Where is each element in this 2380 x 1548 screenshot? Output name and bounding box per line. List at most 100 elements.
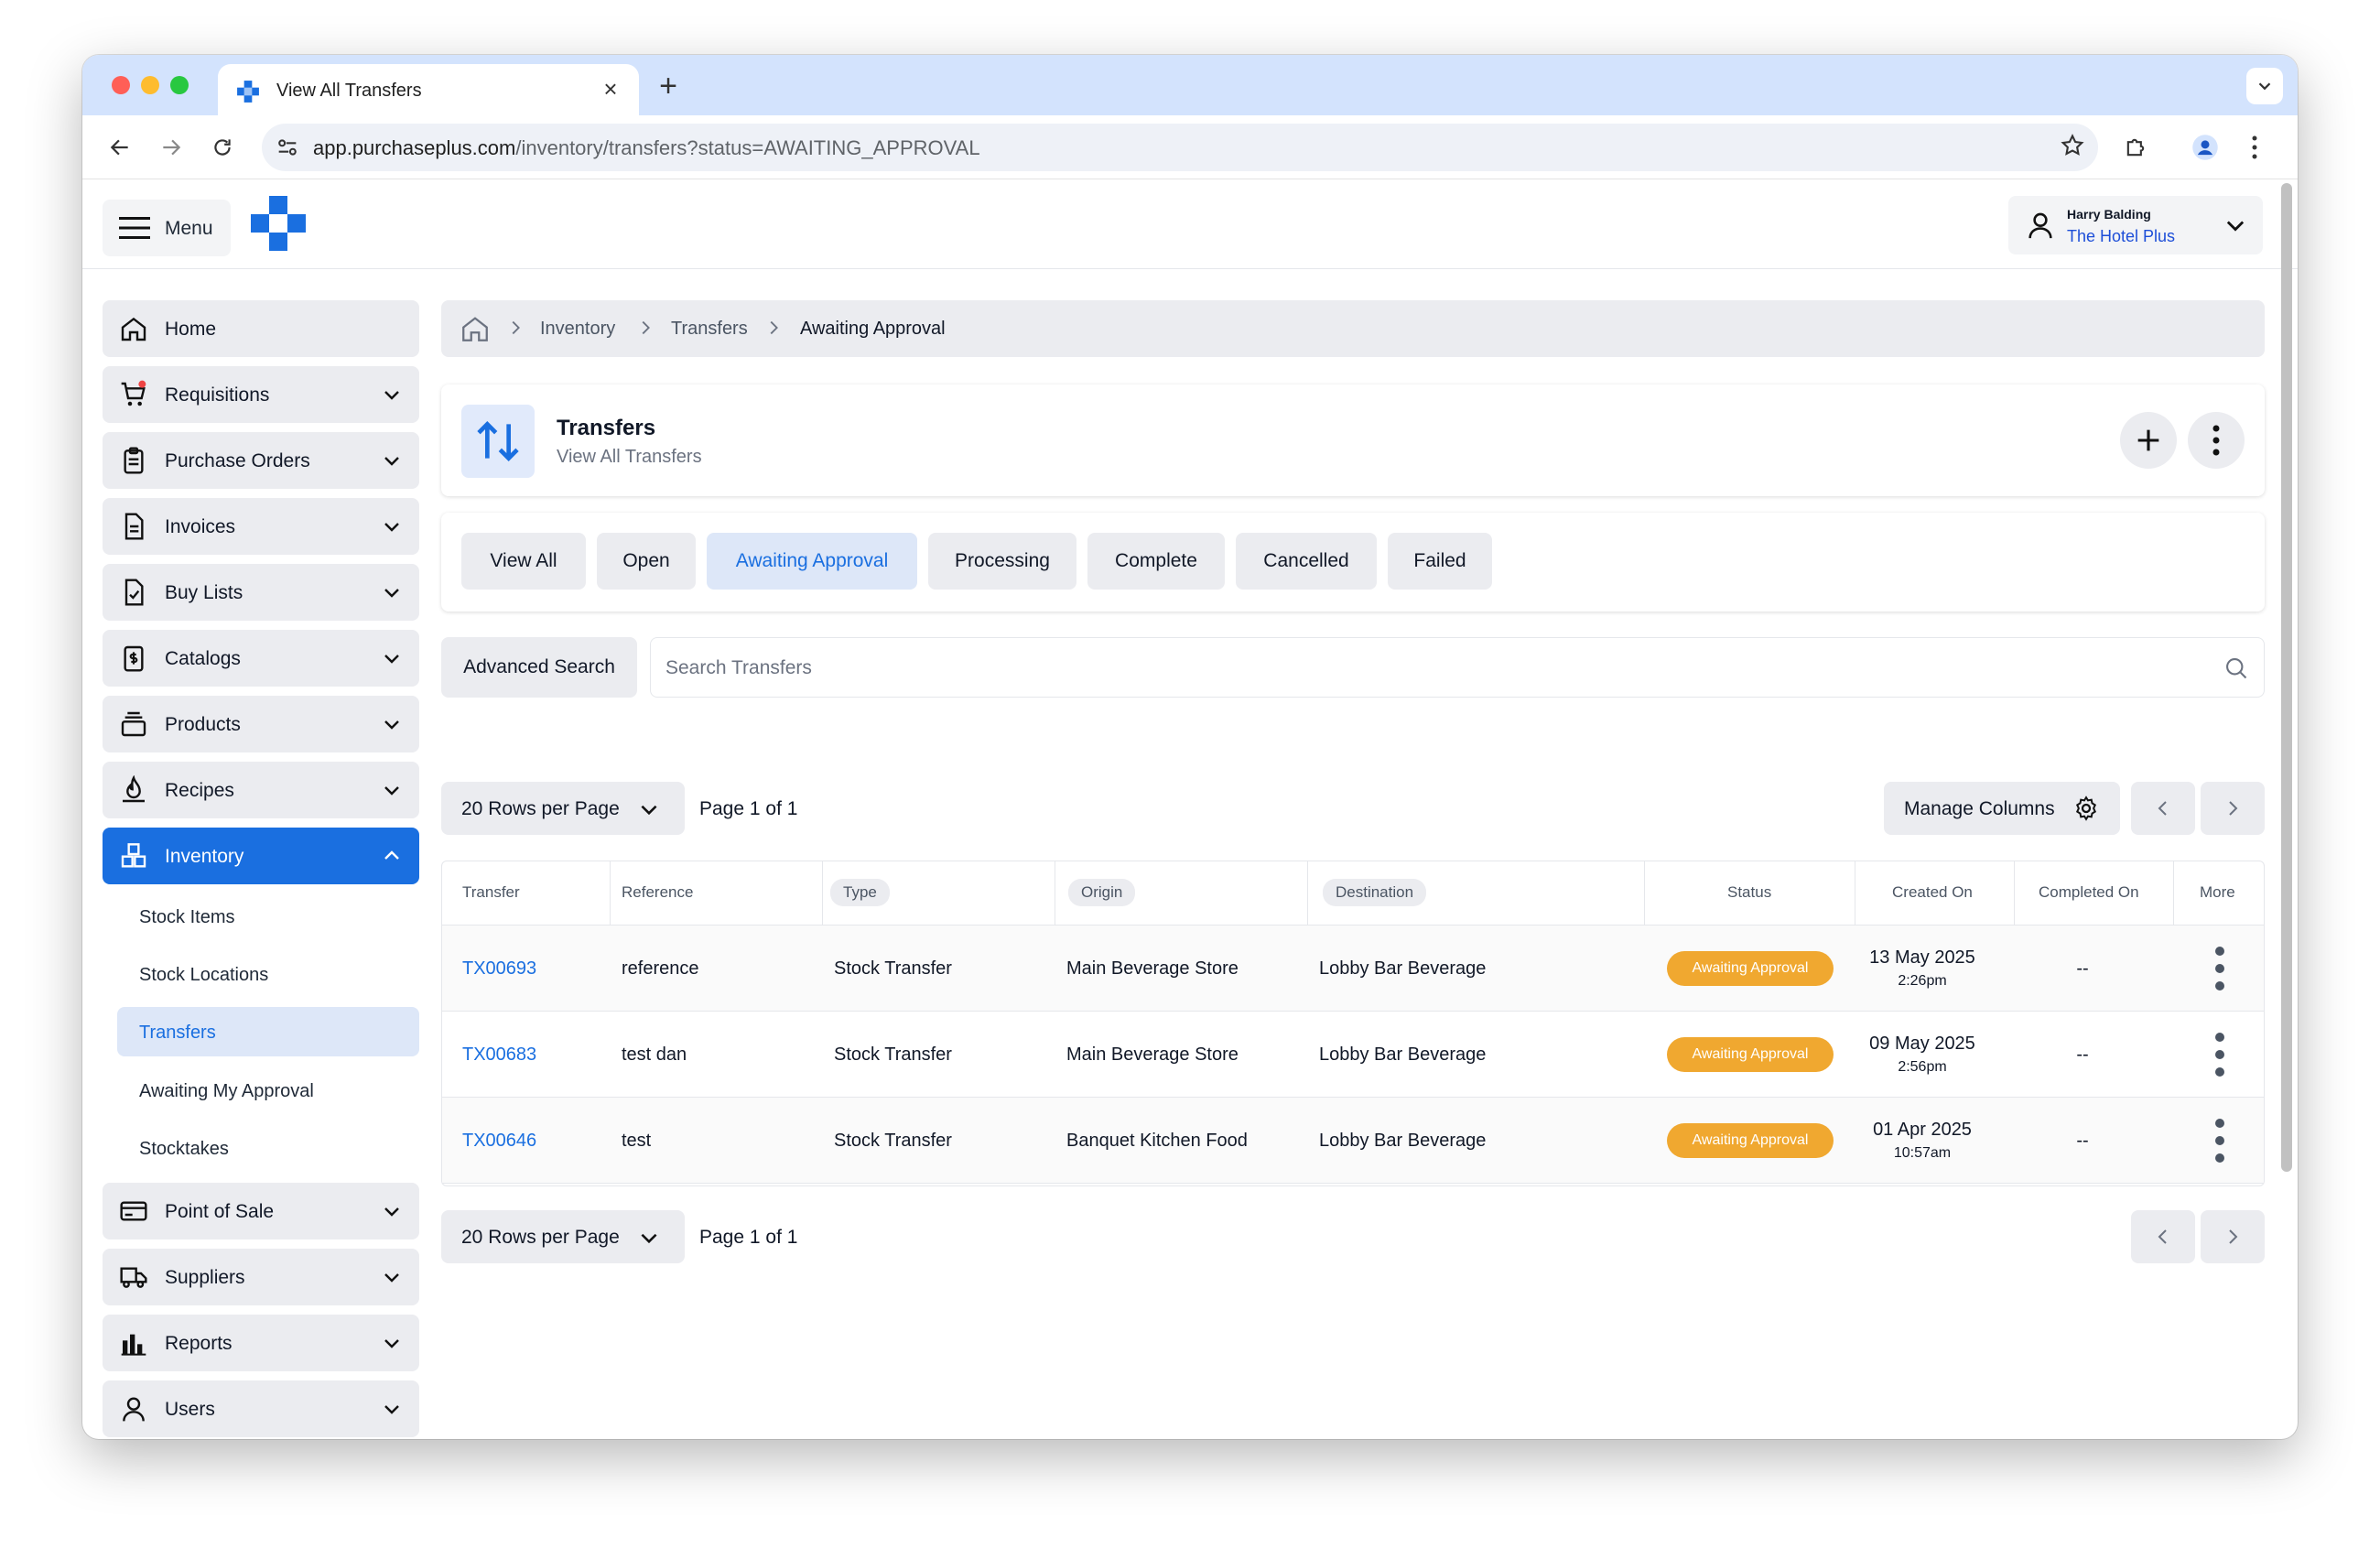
maximize-window-button[interactable]	[170, 76, 189, 94]
created-time: 2:26pm	[1898, 973, 1947, 989]
breadcrumb: Inventory Transfers Awaiting Approval	[441, 300, 2265, 357]
search-icon[interactable]	[2223, 655, 2249, 681]
destination-cell: Lobby Bar Beverage	[1319, 958, 1487, 979]
advanced-search-button[interactable]: Advanced Search	[441, 637, 637, 698]
sidebar-item-invoices[interactable]: Invoices	[103, 498, 419, 555]
search-input[interactable]	[665, 655, 2185, 682]
close-window-button[interactable]	[112, 76, 130, 94]
puzzle-icon	[2126, 138, 2145, 157]
site-settings-icon[interactable]	[275, 135, 300, 160]
next-page-button[interactable]	[2201, 1210, 2265, 1263]
minimize-window-button[interactable]	[141, 76, 159, 94]
column-header-status[interactable]: Status	[1645, 861, 1855, 926]
sidebar-item-suppliers[interactable]: Suppliers	[103, 1249, 419, 1305]
sidebar-item-label: Users	[165, 1399, 215, 1420]
filter-view-all[interactable]: View All	[461, 533, 586, 590]
previous-page-button[interactable]	[2131, 1210, 2195, 1263]
sidebar-item-buy-lists[interactable]: Buy Lists	[103, 564, 419, 621]
filter-failed[interactable]: Failed	[1388, 533, 1492, 590]
plus-icon	[2137, 429, 2159, 451]
breadcrumb-transfers[interactable]: Transfers	[671, 319, 748, 340]
sidebar-item-products[interactable]: Products	[103, 696, 419, 752]
sidebar-item-label: Suppliers	[165, 1267, 245, 1288]
sidebar-subitem-stocktakes[interactable]: Stocktakes	[117, 1123, 419, 1173]
page-header-card: Transfers View All Transfers	[441, 384, 2265, 496]
kebab-menu-icon	[2252, 135, 2257, 159]
profile-button[interactable]	[2188, 130, 2223, 165]
column-header-created-on[interactable]: Created On	[1855, 861, 2015, 926]
new-tab-button[interactable]: +	[650, 68, 687, 104]
column-header-completed-on[interactable]: Completed On	[2015, 861, 2174, 926]
sidebar-item-inventory[interactable]: Inventory	[103, 828, 419, 884]
filter-open[interactable]: Open	[597, 533, 696, 590]
sidebar-item-catalogs[interactable]: Catalogs	[103, 630, 419, 687]
profile-avatar-icon	[2192, 135, 2218, 160]
rows-per-page-select[interactable]: 20 Rows per Page	[441, 1210, 685, 1263]
sidebar-item-requisitions[interactable]: Requisitions	[103, 366, 419, 423]
column-header-type[interactable]: Type	[823, 861, 1055, 926]
filter-complete[interactable]: Complete	[1087, 533, 1225, 590]
filter-cancelled[interactable]: Cancelled	[1236, 533, 1377, 590]
transfer-link[interactable]: TX00683	[462, 1045, 536, 1066]
purchaseplus-logo-icon[interactable]	[251, 196, 306, 251]
sidebar-subitem-awaiting-my-approval[interactable]: Awaiting My Approval	[117, 1066, 419, 1115]
column-header-transfer[interactable]: Transfer	[442, 861, 611, 926]
reload-button[interactable]	[203, 128, 242, 167]
address-bar[interactable]: app.purchaseplus.com/inventory/transfers…	[262, 124, 2098, 171]
tab-close-icon[interactable]: ×	[597, 75, 624, 103]
manage-columns-button[interactable]: Manage Columns	[1884, 782, 2120, 835]
home-icon[interactable]	[460, 313, 491, 344]
chevron-down-icon	[384, 786, 399, 796]
back-button[interactable]	[101, 128, 139, 167]
sidebar-item-point-of-sale[interactable]: Point of Sale	[103, 1183, 419, 1239]
chevron-down-icon	[384, 1207, 399, 1217]
rows-per-page-select[interactable]: 20 Rows per Page	[441, 782, 685, 835]
sidebar-item-recipes[interactable]: Recipes	[103, 762, 419, 818]
forward-button[interactable]	[152, 128, 190, 167]
sidebar-item-purchase-orders[interactable]: Purchase Orders	[103, 432, 419, 489]
row-kebab-menu-icon[interactable]	[2209, 946, 2231, 991]
browser-menu-button[interactable]	[2237, 130, 2272, 165]
browser-tab[interactable]: View All Transfers ×	[218, 64, 639, 115]
breadcrumb-inventory[interactable]: Inventory	[540, 319, 615, 340]
column-header-reference[interactable]: Reference	[611, 861, 823, 926]
add-transfer-button[interactable]	[2120, 412, 2177, 469]
bookmark-star-icon[interactable]	[2060, 133, 2085, 158]
previous-page-button[interactable]	[2131, 782, 2195, 835]
app-header: Menu Harry Balding The Hotel Plus	[82, 179, 2298, 269]
next-page-button[interactable]	[2201, 782, 2265, 835]
row-kebab-menu-icon[interactable]	[2209, 1118, 2231, 1164]
transfer-link[interactable]: TX00693	[462, 958, 536, 980]
chevron-down-icon	[384, 655, 399, 664]
sidebar-subitem-transfers[interactable]: Transfers	[117, 1007, 419, 1056]
sidebar-item-users[interactable]: Users	[103, 1380, 419, 1437]
page-info: Page 1 of 1	[699, 1227, 798, 1248]
column-header-label: Created On	[1892, 883, 1973, 901]
menu-button[interactable]: Menu	[103, 200, 231, 256]
sidebar-item-label: Purchase Orders	[165, 450, 310, 471]
page-title: Transfers	[557, 416, 656, 440]
sidebar-subitem-label: Stock Items	[139, 907, 235, 927]
sidebar-subitem-stock-items[interactable]: Stock Items	[117, 892, 419, 941]
page-scrollbar[interactable]	[2281, 183, 2292, 1172]
user-name: Harry Balding	[2067, 207, 2151, 222]
more-options-button[interactable]	[2188, 412, 2245, 469]
transfer-link[interactable]: TX00646	[462, 1131, 536, 1152]
chevron-down-icon	[384, 589, 399, 598]
sidebar-subitem-label: Awaiting My Approval	[139, 1081, 314, 1101]
rows-per-page-label: 20 Rows per Page	[461, 1227, 620, 1248]
tab-search-button[interactable]	[2246, 68, 2283, 104]
row-kebab-menu-icon[interactable]	[2209, 1032, 2231, 1077]
destination-cell: Lobby Bar Beverage	[1319, 1045, 1487, 1065]
chevron-down-icon	[384, 1273, 399, 1283]
browser-window: View All Transfers × + app.purchaseplus.…	[82, 55, 2298, 1439]
column-header-destination[interactable]: Destination	[1308, 861, 1645, 926]
sidebar-item-reports[interactable]: Reports	[103, 1315, 419, 1371]
filter-awaiting-approval[interactable]: Awaiting Approval	[707, 533, 917, 590]
user-menu-button[interactable]: Harry Balding The Hotel Plus	[2008, 196, 2263, 254]
filter-processing[interactable]: Processing	[928, 533, 1076, 590]
extensions-button[interactable]	[2118, 130, 2153, 165]
sidebar-subitem-stock-locations[interactable]: Stock Locations	[117, 949, 419, 999]
column-header-origin[interactable]: Origin	[1055, 861, 1308, 926]
sidebar-item-home[interactable]: Home	[103, 300, 419, 357]
